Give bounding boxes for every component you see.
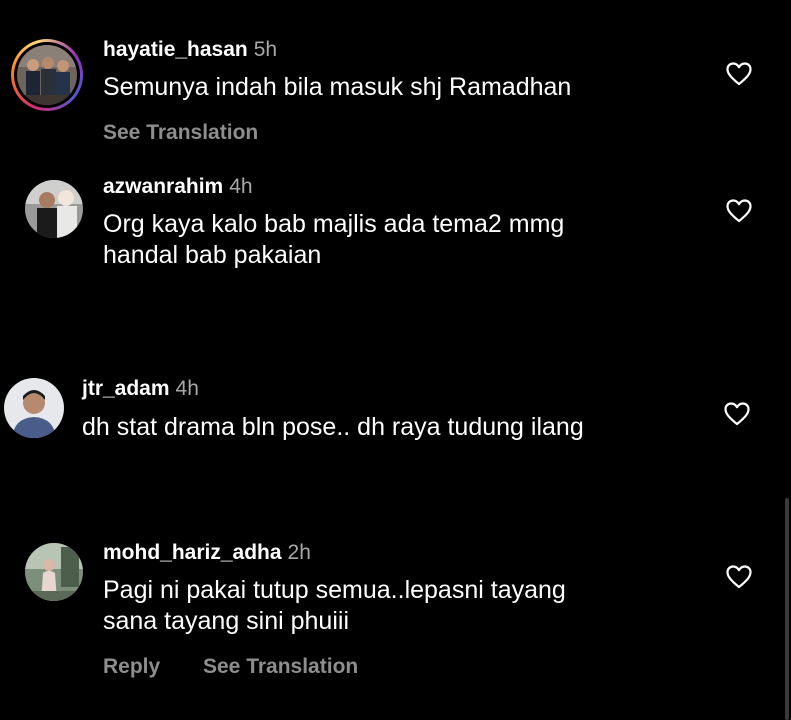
scrollbar[interactable] bbox=[785, 498, 789, 720]
comment-meta: mohd_hariz_adha 2h bbox=[103, 540, 311, 566]
comment-meta: jtr_adam 4h bbox=[82, 376, 199, 402]
username[interactable]: azwanrahim bbox=[103, 175, 223, 198]
comment-line: Org kaya kalo bab majlis ada tema2 mmg bbox=[103, 210, 565, 238]
comment-item: hayatie_hasan 5h Semunya indah bila masuk… bbox=[0, 0, 791, 160]
timestamp: 4h bbox=[175, 377, 199, 400]
avatar[interactable] bbox=[4, 378, 64, 438]
heart-outline-icon[interactable] bbox=[726, 565, 752, 589]
comment-text: dh stat drama bln pose.. dh raya tudung … bbox=[82, 412, 584, 443]
comment-line: handal bab pakaian bbox=[103, 241, 322, 269]
see-translation-button[interactable]: See Translation bbox=[203, 654, 358, 680]
heart-outline-icon[interactable] bbox=[726, 62, 752, 86]
heart-outline-icon[interactable] bbox=[726, 199, 752, 223]
comment-text: Org kaya kalo bab majlis ada tema2 mmg h… bbox=[103, 209, 564, 271]
avatar[interactable] bbox=[25, 543, 83, 601]
username[interactable]: jtr_adam bbox=[82, 377, 170, 400]
comment-line: sana tayang sini phuiii bbox=[103, 607, 349, 635]
avatar[interactable] bbox=[17, 45, 77, 105]
comment-text: Semunya indah bila masuk shj Ramadhan bbox=[103, 72, 571, 103]
reply-button[interactable]: Reply bbox=[103, 654, 160, 680]
heart-outline-icon[interactable] bbox=[724, 402, 750, 426]
comment-line: dh stat drama bln pose.. dh raya tudung … bbox=[82, 413, 584, 441]
timestamp: 5h bbox=[253, 38, 278, 61]
comment-line: Pagi ni pakai tutup semua..lepasni tayan… bbox=[103, 576, 566, 604]
username[interactable]: mohd_hariz_adha bbox=[103, 541, 282, 564]
timestamp: 2h bbox=[287, 541, 311, 564]
comment-meta: hayatie_hasan 5h bbox=[103, 37, 277, 63]
timestamp: 4h bbox=[229, 175, 253, 198]
username[interactable]: hayatie_hasan bbox=[103, 38, 248, 61]
comment-item: azwanrahim 4h Org kaya kalo bab majlis ad… bbox=[0, 160, 791, 360]
avatar[interactable] bbox=[25, 180, 83, 238]
comment-item: mohd_hariz_adha 2h Pagi ni pakai tutup se… bbox=[0, 520, 791, 720]
comment-text: Pagi ni pakai tutup semua..lepasni tayan… bbox=[103, 575, 566, 637]
comment-meta: azwanrahim 4h bbox=[103, 174, 253, 200]
comment-line: Semunya indah bila masuk shj Ramadhan bbox=[103, 73, 572, 101]
comment-item: jtr_adam 4h dh stat drama bln pose.. dh r… bbox=[0, 360, 791, 520]
see-translation-button[interactable]: See Translation bbox=[103, 120, 258, 146]
